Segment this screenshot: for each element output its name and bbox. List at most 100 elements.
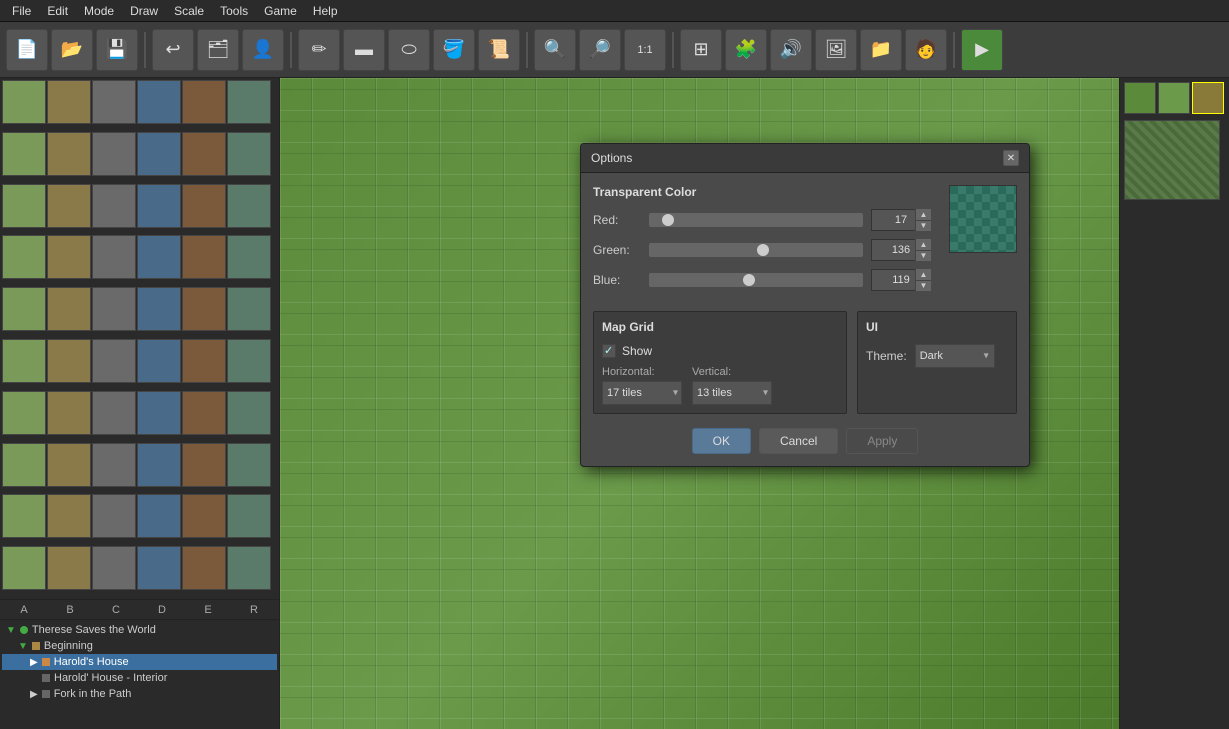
- menu-scale[interactable]: Scale: [166, 2, 212, 20]
- menu-file[interactable]: File: [4, 2, 39, 20]
- red-up[interactable]: ▲: [915, 209, 931, 221]
- tile-cell[interactable]: [2, 132, 46, 176]
- tile-cell[interactable]: [47, 391, 91, 435]
- red-slider[interactable]: [649, 213, 863, 227]
- tile-cell[interactable]: [2, 287, 46, 331]
- tile-cell[interactable]: [2, 235, 46, 279]
- tile-cell[interactable]: [2, 443, 46, 487]
- toolbar-zoom-in[interactable]: 🔍: [534, 29, 576, 71]
- tile-cell[interactable]: [92, 132, 136, 176]
- tile-cell[interactable]: [182, 132, 226, 176]
- tile-cell[interactable]: [137, 132, 181, 176]
- toolbar-folder2[interactable]: 📁: [860, 29, 902, 71]
- toolbar-pencil[interactable]: ✏: [298, 29, 340, 71]
- tile-cell[interactable]: [182, 339, 226, 383]
- toolbar-ellipse[interactable]: ⬭: [388, 29, 430, 71]
- tile-cell[interactable]: [227, 391, 271, 435]
- menu-help[interactable]: Help: [305, 2, 346, 20]
- tile-cell[interactable]: [137, 339, 181, 383]
- tile-cell[interactable]: [182, 184, 226, 228]
- tile-cell[interactable]: [2, 184, 46, 228]
- tile-cell[interactable]: [137, 443, 181, 487]
- tree-item-root[interactable]: ▼ Therese Saves the World: [2, 622, 277, 638]
- tile-cell[interactable]: [2, 546, 46, 590]
- green-slider[interactable]: [649, 243, 863, 257]
- blue-down[interactable]: ▼: [915, 281, 931, 292]
- tile-cell[interactable]: [227, 546, 271, 590]
- tile-cell[interactable]: [92, 287, 136, 331]
- dialog-titlebar[interactable]: Options ✕: [581, 144, 1029, 173]
- apply-button[interactable]: Apply: [846, 428, 918, 454]
- tree-item-fork[interactable]: ▶ Fork in the Path: [2, 686, 277, 702]
- tile-cell[interactable]: [227, 235, 271, 279]
- tile-cell[interactable]: [47, 184, 91, 228]
- toolbar-zoom-reset[interactable]: 1:1: [624, 29, 666, 71]
- green-down[interactable]: ▼: [915, 251, 931, 262]
- tile-cell[interactable]: [92, 184, 136, 228]
- tile-cell[interactable]: [227, 494, 271, 538]
- tile-cell[interactable]: [227, 184, 271, 228]
- horizontal-select[interactable]: 17 tiles 13 tiles 10 tiles: [602, 381, 682, 405]
- green-up[interactable]: ▲: [915, 239, 931, 251]
- tile-cell[interactable]: [137, 546, 181, 590]
- ok-button[interactable]: OK: [692, 428, 751, 454]
- tile-cell[interactable]: [2, 80, 46, 124]
- dialog-close-button[interactable]: ✕: [1003, 150, 1019, 166]
- toolbar-new[interactable]: 📄: [6, 29, 48, 71]
- vertical-select[interactable]: 13 tiles 17 tiles 10 tiles: [692, 381, 772, 405]
- tile-cell[interactable]: [227, 132, 271, 176]
- tile-cell[interactable]: [227, 287, 271, 331]
- menu-draw[interactable]: Draw: [122, 2, 166, 20]
- toolbar-img[interactable]: 🖼: [815, 29, 857, 71]
- blue-up[interactable]: ▲: [915, 269, 931, 281]
- toolbar-script[interactable]: 📜: [478, 29, 520, 71]
- tree-item-harolds-house[interactable]: ▶ Harold's House: [2, 654, 277, 670]
- toolbar-tilesheet[interactable]: 🗂: [197, 29, 239, 71]
- thumb-1[interactable]: [1124, 82, 1156, 114]
- tile-cell[interactable]: [92, 546, 136, 590]
- thumb-large[interactable]: [1124, 120, 1220, 200]
- tile-cell[interactable]: [92, 494, 136, 538]
- toolbar-grid[interactable]: ⊞: [680, 29, 722, 71]
- tile-cell[interactable]: [92, 235, 136, 279]
- toolbar-person[interactable]: 🧑: [905, 29, 947, 71]
- tile-cell[interactable]: [2, 391, 46, 435]
- tile-cell[interactable]: [47, 546, 91, 590]
- toolbar-open[interactable]: 📂: [51, 29, 93, 71]
- toolbar-puzzle[interactable]: 🧩: [725, 29, 767, 71]
- toolbar-play[interactable]: ▶: [961, 29, 1003, 71]
- map-area[interactable]: Options ✕ Transparent Color Red:: [280, 78, 1119, 729]
- tile-cell[interactable]: [137, 80, 181, 124]
- cancel-button[interactable]: Cancel: [759, 428, 838, 454]
- tile-cell[interactable]: [47, 80, 91, 124]
- tile-cell[interactable]: [227, 339, 271, 383]
- menu-tools[interactable]: Tools: [212, 2, 256, 20]
- tile-cell[interactable]: [92, 80, 136, 124]
- tile-cell[interactable]: [182, 443, 226, 487]
- tile-cell[interactable]: [47, 287, 91, 331]
- tile-cell[interactable]: [137, 391, 181, 435]
- toolbar-audio[interactable]: 🔊: [770, 29, 812, 71]
- tile-cell[interactable]: [137, 235, 181, 279]
- tile-cell[interactable]: [137, 494, 181, 538]
- show-checkbox[interactable]: [602, 344, 616, 358]
- blue-slider[interactable]: [649, 273, 863, 287]
- tile-cell[interactable]: [92, 443, 136, 487]
- tile-cell[interactable]: [47, 339, 91, 383]
- thumb-3-selected[interactable]: [1192, 82, 1224, 114]
- menu-edit[interactable]: Edit: [39, 2, 76, 20]
- tile-cell[interactable]: [47, 235, 91, 279]
- toolbar-undo[interactable]: ↩: [152, 29, 194, 71]
- menu-game[interactable]: Game: [256, 2, 305, 20]
- tile-cell[interactable]: [47, 443, 91, 487]
- tile-cell[interactable]: [47, 132, 91, 176]
- red-down[interactable]: ▼: [915, 221, 931, 232]
- tree-item-beginning[interactable]: ▼ Beginning: [2, 638, 277, 654]
- menu-mode[interactable]: Mode: [76, 2, 122, 20]
- toolbar-zoom-out[interactable]: 🔎: [579, 29, 621, 71]
- tile-cell[interactable]: [227, 443, 271, 487]
- tile-cell[interactable]: [92, 339, 136, 383]
- tile-cell[interactable]: [227, 80, 271, 124]
- tile-cell[interactable]: [2, 339, 46, 383]
- toolbar-fill[interactable]: 🪣: [433, 29, 475, 71]
